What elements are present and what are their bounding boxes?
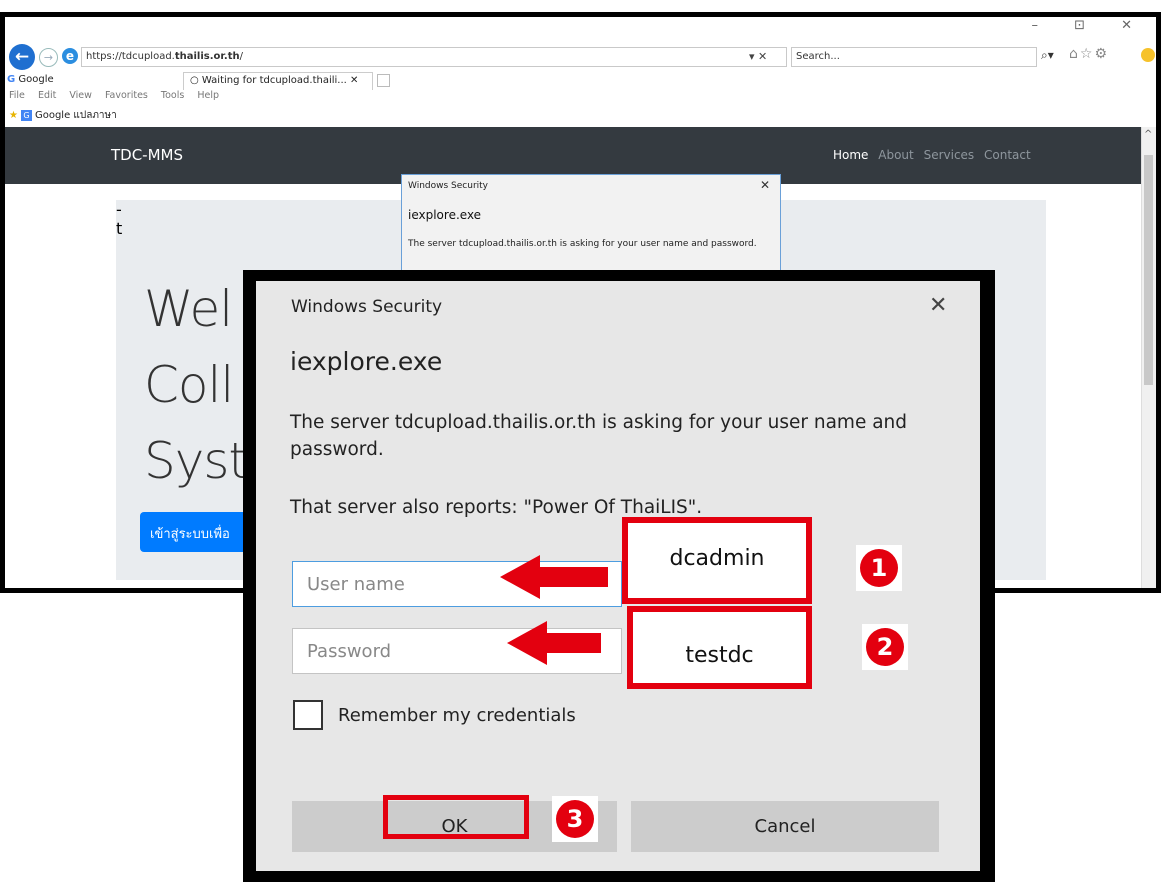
address-url: https://tdcupload.	[86, 51, 175, 62]
hero-heading-line-3: Syst	[144, 432, 248, 490]
favorites-star-icon[interactable]: ★	[9, 110, 18, 121]
menu-help[interactable]: Help	[197, 90, 219, 101]
menu-file[interactable]: File	[9, 90, 25, 101]
menu-bar: File Edit View Favorites Tools Help	[5, 90, 1156, 108]
search-icon[interactable]: ⌕▾	[1041, 48, 1054, 63]
browser-toolbar: ← → e https://tdcupload.thailis.or.th/ ▾…	[5, 17, 1156, 72]
google-translate-icon: G	[20, 110, 32, 121]
ie-icon: e	[62, 48, 78, 64]
nav-contact[interactable]: Contact	[984, 148, 1031, 162]
cancel-button[interactable]: Cancel	[631, 801, 939, 852]
menu-view[interactable]: View	[69, 90, 92, 101]
tab-row: G Google ○ Waiting for tdcupload.thaili.…	[5, 72, 1156, 90]
dialog-title: Windows Security	[291, 297, 443, 317]
address-bar[interactable]: https://tdcupload.thailis.or.th/	[81, 47, 787, 67]
address-host: thailis.or.th	[174, 51, 240, 62]
dialog-app-name: iexplore.exe	[290, 347, 443, 376]
search-input[interactable]: Search...	[791, 47, 1037, 67]
address-stop-button[interactable]: ▾ ✕	[749, 50, 767, 63]
arrow-left-icon	[500, 555, 608, 599]
dialog-close-icon[interactable]: ✕	[929, 293, 947, 318]
step-3-number: 3	[556, 800, 594, 838]
ok-highlight-box	[383, 795, 529, 839]
home-favorites-settings-icons[interactable]: ⌂☆⚙	[1069, 46, 1109, 62]
scroll-up-icon[interactable]: ^	[1144, 129, 1152, 140]
menu-favorites[interactable]: Favorites	[105, 90, 148, 101]
tab-active[interactable]: ○ Waiting for tdcupload.thaili... ✕	[183, 72, 373, 90]
small-dialog-app-name: iexplore.exe	[408, 208, 482, 222]
tab-google-label: Google	[18, 74, 54, 85]
step-3-badge: 3	[552, 796, 598, 842]
site-nav-links: Home About Services Contact	[833, 148, 1037, 162]
window-controls[interactable]: – ⊡ ✕	[1031, 18, 1148, 33]
new-tab-button[interactable]	[377, 74, 390, 87]
dialog-message: The server tdcupload.thailis.or.th is as…	[290, 412, 908, 460]
forward-button[interactable]: →	[39, 48, 58, 67]
nav-services[interactable]: Services	[924, 148, 975, 162]
step-2-badge: 2	[862, 624, 908, 670]
step-1-number: 1	[860, 549, 898, 587]
remember-credentials-label[interactable]: Remember my credentials	[338, 705, 576, 726]
remember-credentials-checkbox[interactable]	[293, 700, 323, 730]
hero-heading-line-2: Coll	[144, 356, 234, 414]
hero-heading-line-1: Wel	[144, 280, 233, 338]
tab-close-icon[interactable]: ✕	[350, 75, 358, 86]
address-tail: /	[239, 51, 243, 62]
scroll-thumb[interactable]	[1144, 155, 1153, 385]
tab-active-label: Waiting for tdcupload.thaili...	[201, 75, 347, 86]
back-button[interactable]: ←	[9, 44, 35, 70]
feedback-smiley-icon[interactable]	[1141, 48, 1155, 62]
menu-edit[interactable]: Edit	[38, 90, 56, 101]
page-scrollbar[interactable]: ^	[1141, 127, 1156, 588]
small-dialog-close-icon[interactable]: ✕	[760, 178, 770, 192]
favorites-bar: ★ G Google แปลภาษา	[5, 108, 1156, 127]
password-value-callout: testdc	[627, 606, 812, 689]
tab-google[interactable]: G Google	[7, 72, 183, 90]
google-icon: G	[7, 74, 16, 85]
username-value-callout: dcadmin	[622, 517, 812, 604]
menu-tools[interactable]: Tools	[161, 90, 184, 101]
nav-about[interactable]: About	[878, 148, 913, 162]
arrow-left-icon	[507, 621, 601, 665]
step-2-number: 2	[866, 628, 904, 666]
site-brand[interactable]: TDC-MMS	[111, 146, 183, 164]
dialog-realm: That server also reports: "Power Of Thai…	[290, 497, 703, 518]
favorite-link[interactable]: Google แปลภาษา	[35, 110, 117, 121]
small-dialog-message: The server tdcupload.thailis.or.th is as…	[408, 239, 757, 249]
nav-home[interactable]: Home	[833, 148, 868, 162]
step-1-badge: 1	[856, 545, 902, 591]
loading-icon: ○	[190, 75, 199, 86]
small-dialog-title: Windows Security	[408, 181, 488, 191]
